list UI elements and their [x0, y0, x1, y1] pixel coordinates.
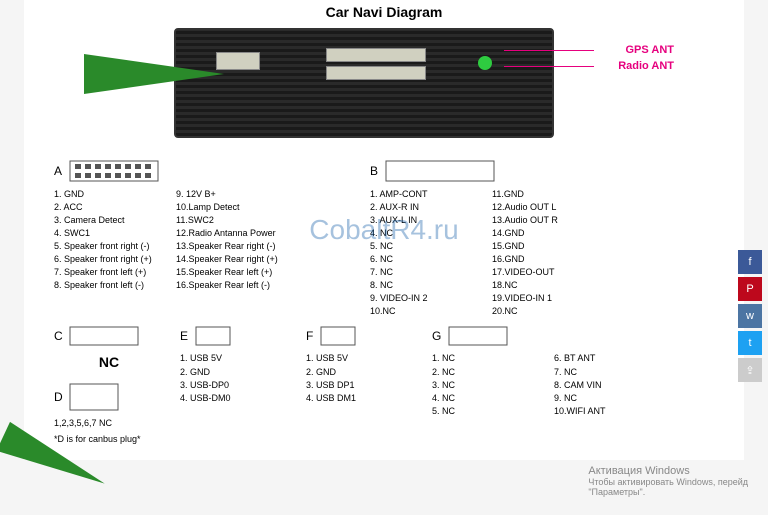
share-sidebar: f P w t ⇪ [738, 250, 762, 385]
radio-ant-label: Radio ANT [618, 60, 674, 72]
connector-E: E 1. USB 5V2. GND3. USB-DP04. USB-DM0 [180, 326, 290, 443]
A-left-col: 1. GND2. ACC3. Camera Detect4. SWC15. Sp… [54, 188, 164, 292]
D-footnote: *D is for canbus plug* [54, 434, 164, 444]
connector-C: C NC D 1,2,3,5,6,7 NC *D is for canbus p… [54, 326, 164, 443]
hero-image-area: Fuse GPS ANT Radio ANT [34, 24, 734, 154]
B-left-col: 1. AMP-CONT2. AUX-R IN3. AUX-L IN4. NC5.… [370, 188, 480, 318]
arrow-to-connector [84, 54, 224, 94]
B-right-col: 11.GND12.Audio OUT L13.Audio OUT R14.GND… [492, 188, 602, 318]
vk-icon[interactable]: w [738, 304, 762, 328]
connector-A: A 1. GND2. ACC3. Camera Detect4. SWC15. … [54, 160, 354, 318]
C-nc: NC [54, 352, 164, 372]
connector-G: G 1. NC2. NC3. NC4. NC5. NC 6. BT ANT7. … [432, 326, 602, 443]
windows-activation-overlay: Активация Windows Чтобы активировать Win… [588, 465, 748, 497]
gps-ant-label: GPS ANT [626, 44, 675, 56]
twitter-icon[interactable]: t [738, 331, 762, 355]
connector-F: F 1. USB 5V2. GND3. USB DP14. USB DM1 [306, 326, 416, 443]
head-unit-rear [174, 28, 554, 138]
facebook-icon[interactable]: f [738, 250, 762, 274]
pinterest-icon[interactable]: P [738, 277, 762, 301]
diagram-title: Car Navi Diagram [34, 0, 734, 24]
A-right-col: 9. 12V B+10.Lamp Detect11.SWC212.Radio A… [176, 188, 286, 292]
D-list: 1,2,3,5,6,7 NC [54, 417, 164, 430]
connector-B: B 1. AMP-CONT2. AUX-R IN3. AUX-L IN4. NC… [370, 160, 670, 318]
share-icon[interactable]: ⇪ [738, 358, 762, 382]
pinout-grid: A 1. GND2. ACC3. Camera Detect4. SWC15. … [34, 154, 734, 450]
